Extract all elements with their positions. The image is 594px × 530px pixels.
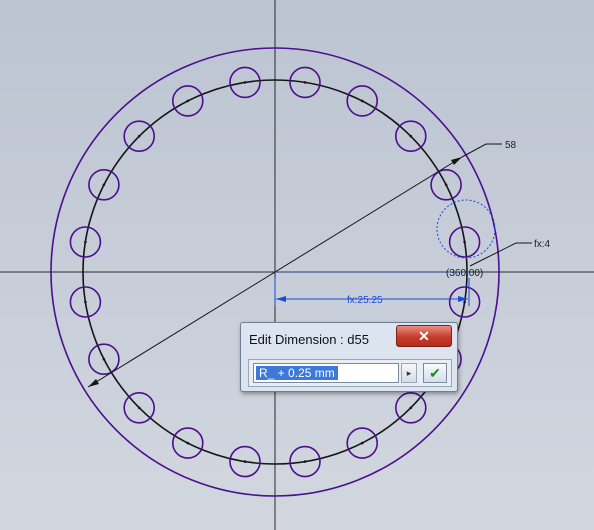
bolt-hole-center <box>409 406 413 410</box>
bolt-hole-center <box>360 441 364 445</box>
bolt-hole-center <box>243 81 247 84</box>
bolt-hole-center <box>360 99 364 103</box>
bolt-hole-center <box>463 240 466 244</box>
radius-arrow-right <box>458 296 468 302</box>
accept-button[interactable]: ✔ <box>423 363 447 383</box>
dimension-value-text[interactable]: R_ + 0.25 mm <box>256 366 338 380</box>
radius-arrow-left <box>276 296 286 302</box>
bolt-hole-center <box>243 460 247 463</box>
bolt-hole-center <box>186 441 190 445</box>
bolt-hole-center <box>137 134 141 138</box>
flyout-arrow-button[interactable]: ▸ <box>401 363 417 383</box>
dialog-title: Edit Dimension : d55 <box>249 332 369 347</box>
close-button[interactable]: ✕ <box>396 325 452 347</box>
checkmark-icon: ✔ <box>429 365 441 381</box>
bolt-hole-center <box>463 300 466 304</box>
sketch-geometry: 58 fx:4 (360.00) fx:25.25 <box>0 0 594 530</box>
bolt-hole-center <box>102 183 106 187</box>
edit-dimension-dialog: Edit Dimension : d55 ✕ R_ + 0.25 mm ▸ ✔ <box>240 322 458 392</box>
radius-dimension-label[interactable]: fx:25.25 <box>347 295 383 306</box>
bolt-hole-center <box>303 81 307 84</box>
diameter-leader <box>461 143 502 158</box>
bolt-hole-center <box>84 240 87 244</box>
bolt-hole-center <box>137 406 141 410</box>
diameter-arrow-end <box>451 157 462 165</box>
bolt-hole-center <box>102 357 106 361</box>
bolt-hole-center <box>444 183 448 187</box>
diameter-dimension-label[interactable]: 58 <box>505 140 517 151</box>
dimension-input-row: R_ + 0.25 mm ▸ ✔ <box>248 359 452 387</box>
angle-dimension-label[interactable]: (360.00) <box>446 268 483 279</box>
bolt-hole-center <box>84 300 87 304</box>
bolt-hole-center <box>186 99 190 103</box>
sketch-canvas[interactable]: 58 fx:4 (360.00) fx:25.25 Edit Dimension… <box>0 0 594 530</box>
bolt-hole-center <box>409 134 413 138</box>
dimension-value-field[interactable]: R_ + 0.25 mm <box>253 363 399 383</box>
diameter-arrow-start <box>88 379 99 387</box>
hole-dimension-label[interactable]: fx:4 <box>534 239 551 250</box>
bolt-hole-center <box>303 460 307 463</box>
